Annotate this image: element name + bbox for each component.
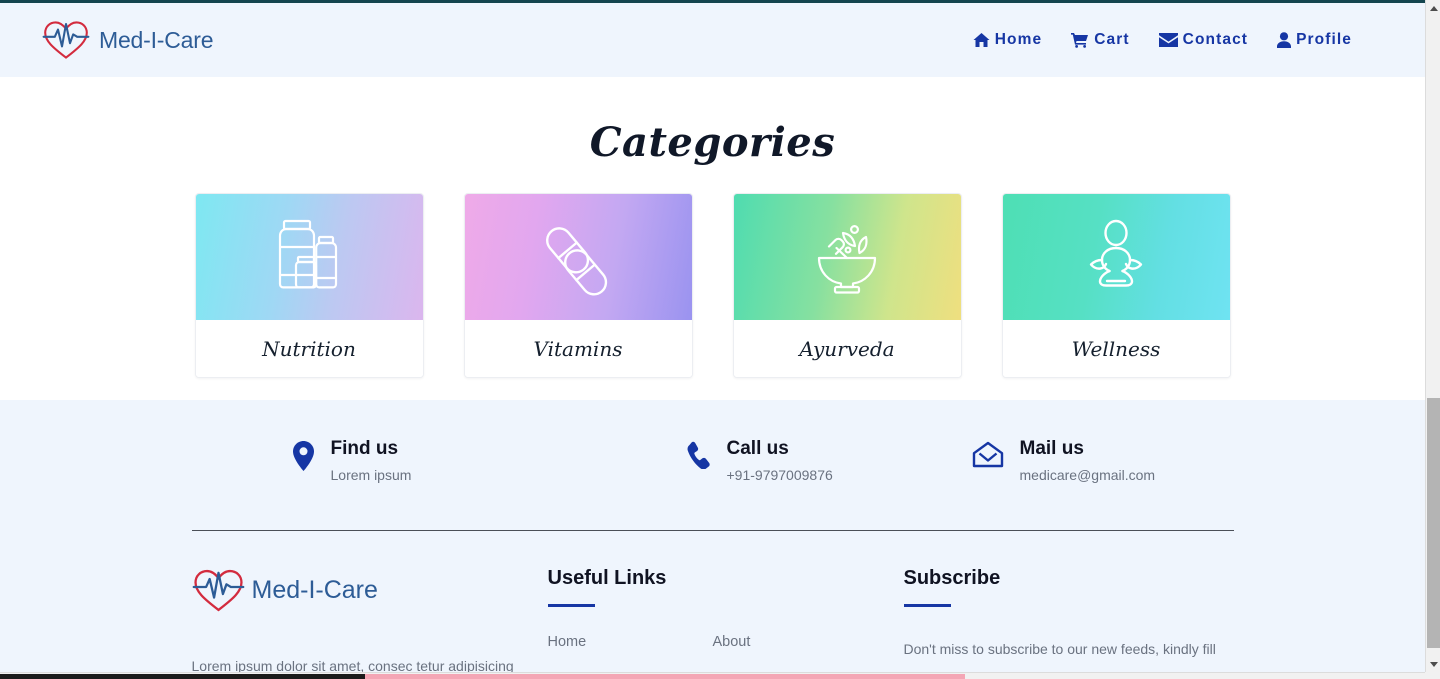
category-card-wellness[interactable]: Wellness <box>1001 193 1231 378</box>
footer-link-about[interactable]: About <box>713 634 878 650</box>
open-envelope-icon <box>972 437 1004 469</box>
footer-links-col-two: About Portfolio <box>713 634 878 672</box>
scrollbar-corner <box>1425 672 1440 679</box>
horizontal-scrollbar[interactable] <box>0 672 1425 679</box>
phone-icon <box>685 437 711 469</box>
category-art-nutrition <box>195 194 423 320</box>
footer-description: Lorem ipsum dolor sit amet, consec tetur… <box>191 657 514 672</box>
contact-call-us: Call us +91-9797009876 <box>537 437 882 483</box>
scroll-down-arrow-icon[interactable] <box>1426 656 1440 672</box>
page-viewport: Med-I-Care Home Cart Contact Profile Cat… <box>0 0 1425 672</box>
site-header: Med-I-Care Home Cart Contact Profile <box>0 3 1425 77</box>
contact-value-mail-us: medicare@gmail.com <box>1019 466 1156 483</box>
footer-links-grid: Home Services About Portfolio <box>548 634 904 672</box>
footer-links-column: Useful Links Home Services About Portfol… <box>547 566 904 672</box>
nav-link-profile[interactable]: Profile <box>1277 31 1352 49</box>
mortar-pestle-leaf-icon <box>817 225 877 294</box>
yoga-meditation-icon <box>1089 219 1143 287</box>
contact-value-call-us: +91-9797009876 <box>726 466 833 483</box>
shopping-cart-icon <box>1071 33 1089 48</box>
site-footer: Med-I-Care Lorem ipsum dolor sit amet, c… <box>0 482 1425 672</box>
main-navigation: Home Cart Contact Profile <box>973 31 1352 49</box>
scroll-up-arrow-icon[interactable] <box>1426 0 1440 16</box>
nav-link-contact[interactable]: Contact <box>1158 31 1249 49</box>
footer-links-col-one: Home Services <box>548 634 713 672</box>
brand-name: Med-I-Care <box>99 26 214 53</box>
contact-title-mail-us: Mail us <box>1019 438 1084 459</box>
page-title: Categories <box>589 119 836 166</box>
nav-link-home[interactable]: Home <box>973 31 1042 49</box>
footer-columns: Med-I-Care Lorem ipsum dolor sit amet, c… <box>192 531 1234 672</box>
nav-label-cart: Cart <box>1094 31 1130 48</box>
nav-label-contact: Contact <box>1182 31 1249 48</box>
footer-subscribe-column: Subscribe Don't miss to subscribe to our… <box>903 566 1234 672</box>
footer-heading-useful-links: Useful Links <box>547 566 667 589</box>
footer-subscribe-text: Don't miss to subscribe to our new feeds… <box>903 640 1216 672</box>
category-art-vitamins <box>464 194 692 320</box>
envelope-icon <box>1158 33 1178 47</box>
heart-ecg-logo-icon <box>42 21 90 59</box>
footer-heading-subscribe: Subscribe <box>903 566 1001 589</box>
nav-link-cart[interactable]: Cart <box>1071 31 1129 49</box>
footer-link-home[interactable]: Home <box>548 634 713 650</box>
capsule-pills-icon <box>546 227 608 296</box>
category-card-vitamins[interactable]: Vitamins <box>463 193 693 378</box>
vertical-scrollbar-thumb[interactable] <box>1427 398 1440 648</box>
home-icon <box>973 33 990 47</box>
supplement-bottles-icon <box>278 219 338 289</box>
category-label-vitamins: Vitamins <box>464 320 692 377</box>
heart-ecg-logo-icon <box>192 569 244 612</box>
footer-brand-link[interactable]: Med-I-Care <box>192 567 548 614</box>
category-label-wellness: Wellness <box>1002 320 1230 377</box>
category-label-ayurveda: Ayurveda <box>733 320 961 377</box>
contact-find-us: Find us Lorem ipsum <box>192 437 537 483</box>
horizontal-scrollbar-thumb[interactable] <box>0 674 365 679</box>
category-art-wellness <box>1002 194 1230 320</box>
nav-label-profile: Profile <box>1296 31 1352 48</box>
footer-heading-rule <box>903 603 951 607</box>
contact-band: Find us Lorem ipsum Call us +91-97970098… <box>0 400 1425 483</box>
contact-title-find-us: Find us <box>330 438 399 459</box>
category-card-nutrition[interactable]: Nutrition <box>194 193 424 378</box>
footer-brand-column: Med-I-Care Lorem ipsum dolor sit amet, c… <box>192 567 548 672</box>
brand-logo-link[interactable]: Med-I-Care <box>42 19 214 61</box>
category-card-ayurveda[interactable]: Ayurveda <box>732 193 962 378</box>
category-label-nutrition: Nutrition <box>195 320 423 377</box>
nav-label-home: Home <box>994 31 1043 48</box>
user-icon <box>1277 32 1292 48</box>
contact-value-find-us: Lorem ipsum <box>330 466 412 483</box>
vertical-scrollbar[interactable] <box>1425 0 1440 672</box>
category-art-ayurveda <box>733 194 961 320</box>
categories-section: Categories Nutrition Vitamins Ayurveda W… <box>0 77 1425 400</box>
footer-heading-rule <box>547 603 595 607</box>
category-grid: Nutrition Vitamins Ayurveda Wellness <box>194 193 1231 378</box>
contact-mail-us: Mail us medicare@gmail.com <box>882 437 1232 483</box>
map-pin-icon <box>292 437 315 471</box>
footer-brand-name: Med-I-Care <box>251 575 378 604</box>
contact-row: Find us Lorem ipsum Call us +91-97970098… <box>192 437 1234 483</box>
contact-title-call-us: Call us <box>726 438 789 459</box>
horizontal-scrollbar-track-highlight <box>365 674 965 679</box>
